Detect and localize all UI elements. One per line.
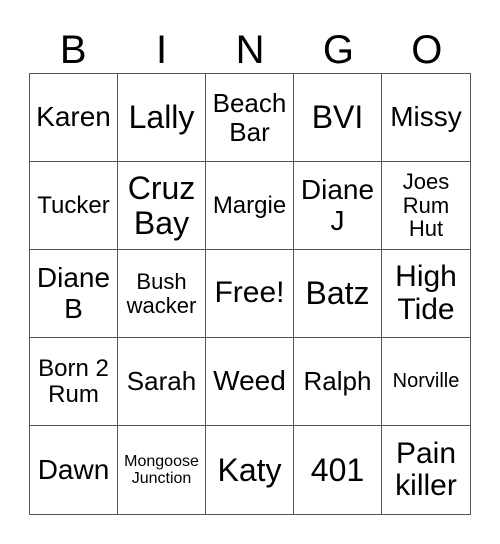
bingo-cell[interactable]: Beach Bar	[206, 74, 294, 162]
bingo-cell[interactable]: Ralph	[294, 338, 382, 426]
bingo-cell[interactable]: BVI	[294, 74, 382, 162]
bingo-cell[interactable]: Diane J	[294, 162, 382, 250]
bingo-cell[interactable]: Batz	[294, 250, 382, 338]
bingo-cell[interactable]: Weed	[206, 338, 294, 426]
bingo-cell[interactable]: Joes Rum Hut	[382, 162, 470, 250]
header-letter-o: O	[411, 28, 443, 72]
free-space[interactable]: Free!	[206, 250, 294, 338]
header-letter-b: B	[59, 28, 87, 72]
header-letter-g: G	[322, 28, 354, 72]
bingo-cell[interactable]: High Tide	[382, 250, 470, 338]
bingo-cell[interactable]: Missy	[382, 74, 470, 162]
bingo-cell[interactable]: Katy	[206, 426, 294, 514]
bingo-cell[interactable]: Cruz Bay	[118, 162, 206, 250]
bingo-cell[interactable]: Norville	[382, 338, 470, 426]
bingo-cell[interactable]: Dawn	[30, 426, 118, 514]
bingo-cell[interactable]: Diane B	[30, 250, 118, 338]
bingo-cell[interactable]: Pain killer	[382, 426, 470, 514]
bingo-cell[interactable]: Margie	[206, 162, 294, 250]
header-letter-i: I	[156, 28, 168, 72]
bingo-cell[interactable]: Karen	[30, 74, 118, 162]
bingo-cell[interactable]: Mongoose Junction	[118, 426, 206, 514]
bingo-cell[interactable]: Sarah	[118, 338, 206, 426]
header-letter-n: N	[235, 28, 265, 72]
bingo-cell[interactable]: Tucker	[30, 162, 118, 250]
bingo-cell[interactable]: Born 2 Rum	[30, 338, 118, 426]
bingo-cell[interactable]: 401	[294, 426, 382, 514]
bingo-cell[interactable]: Bush wacker	[118, 250, 206, 338]
bingo-header: B I N G O	[29, 28, 471, 72]
bingo-grid: Karen Lally Beach Bar BVI Missy Tucker C…	[29, 73, 471, 515]
bingo-cell[interactable]: Lally	[118, 74, 206, 162]
